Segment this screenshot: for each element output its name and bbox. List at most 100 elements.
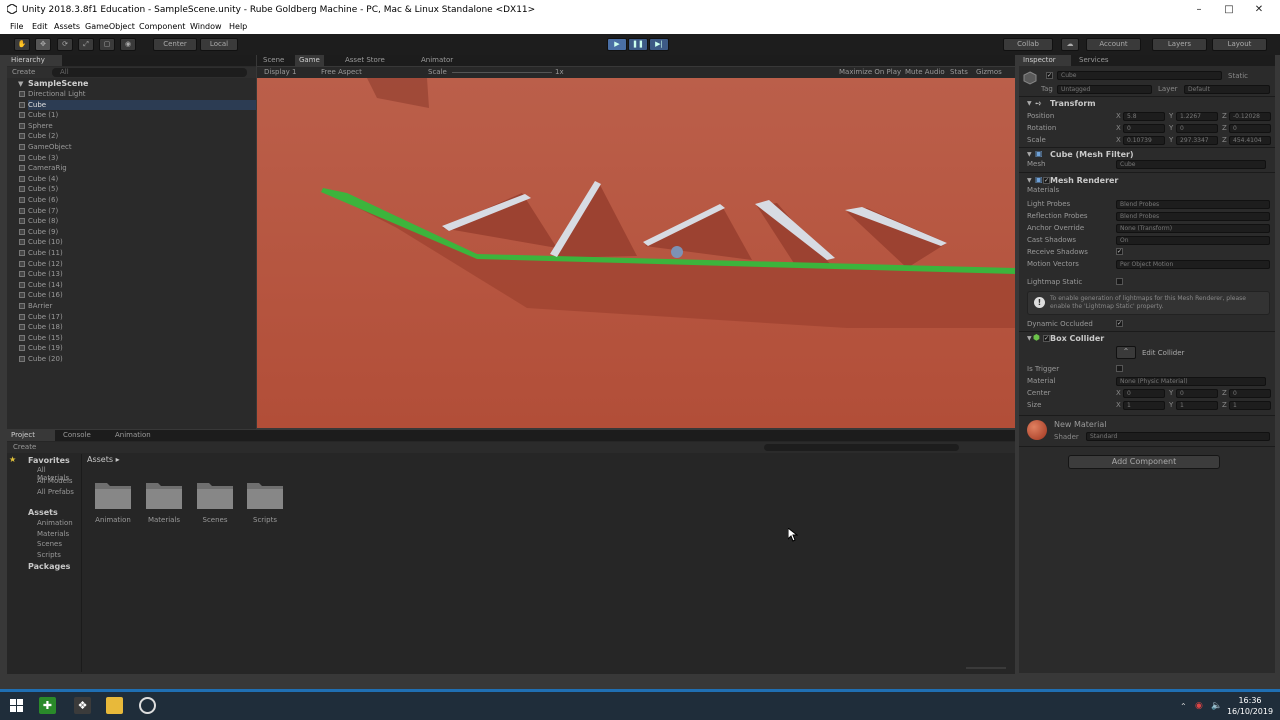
obs-icon[interactable] [139,697,156,714]
unity-taskbar-icon[interactable]: ❖ [74,697,91,714]
folder-icon[interactable] [146,479,182,509]
fav-all-models[interactable]: All Models [37,477,73,485]
stats-toggle[interactable]: Stats [950,68,968,76]
transform-tool-button[interactable]: ◉ [120,38,136,51]
mesh-filter-header[interactable]: ▼ ▣ Cube (Mesh Filter) [1019,149,1274,160]
hierarchy-item[interactable]: Cube (6) [19,195,256,205]
size-y-field[interactable]: 1 [1176,401,1218,410]
layer-dropdown[interactable]: Default [1184,85,1270,94]
hierarchy-item[interactable]: Cube (4) [19,174,256,184]
tab-services[interactable]: Services [1075,55,1113,66]
hierarchy-item[interactable]: Cube (12) [19,259,256,269]
collider-material-field[interactable]: None (Physic Material) [1116,377,1266,386]
hierarchy-item[interactable]: Cube (14) [19,280,256,290]
transform-header[interactable]: ▼ ➺ Transform [1019,98,1274,109]
mesh-renderer-enabled-checkbox[interactable]: ✓ [1043,177,1050,184]
windows-start-icon[interactable] [8,697,25,714]
hierarchy-item[interactable]: Cube (20) [19,354,256,364]
renderer-prop-dropdown[interactable]: None (Transform) [1116,224,1270,233]
hand-tool-button[interactable]: ✋ [14,38,30,51]
renderer-prop-dropdown[interactable]: Blend Probes [1116,212,1270,221]
position-x-field[interactable]: 5.8 [1123,112,1165,121]
rotation-x-field[interactable]: 0 [1123,124,1165,133]
file-explorer-icon[interactable] [106,697,123,714]
hierarchy-item[interactable]: Cube (2) [19,131,256,141]
hierarchy-item[interactable]: Cube (15) [19,333,256,343]
hierarchy-item[interactable]: Sphere [19,121,256,131]
object-name-field[interactable]: Cube [1057,71,1222,80]
tray-shield-icon[interactable]: ◉ [1195,701,1203,711]
hierarchy-search-input[interactable]: All [52,68,247,77]
game-viewport[interactable] [257,78,1015,428]
tab-animator[interactable]: Animator [417,55,457,66]
hierarchy-item[interactable]: Cube (17) [19,312,256,322]
hierarchy-item[interactable]: Cube (1) [19,110,256,120]
pause-button[interactable]: ❚❚ [628,38,648,51]
hierarchy-item[interactable]: Cube (11) [19,248,256,258]
favorites-label[interactable]: Favorites [28,456,70,465]
tab-asset-store[interactable]: Asset Store [341,55,389,66]
tree-animation[interactable]: Animation [37,519,73,527]
menu-gameobject[interactable]: GameObject [85,22,135,31]
hierarchy-item[interactable]: CameraRig [19,163,256,173]
folder-icon[interactable] [247,479,283,509]
scale-x-field[interactable]: 0.10739 [1123,136,1165,145]
hierarchy-item[interactable]: Cube (16) [19,290,256,300]
rotation-z-field[interactable]: 0 [1229,124,1271,133]
hierarchy-item[interactable]: GameObject [19,142,256,152]
position-z-field[interactable]: -0.12028 [1229,112,1271,121]
scale-slider[interactable] [452,72,552,73]
materials-foldout[interactable]: Materials [1027,186,1059,194]
scale-y-field[interactable]: 297.3347 [1176,136,1218,145]
hierarchy-item[interactable]: Cube (19) [19,343,256,353]
renderer-prop-dropdown[interactable]: Per Object Motion [1116,260,1270,269]
renderer-prop-dropdown[interactable]: Blend Probes [1116,200,1270,209]
tree-materials[interactable]: Materials [37,530,69,538]
hierarchy-item[interactable]: Cube (10) [19,237,256,247]
clock-date[interactable]: 16/10/2019 [1226,707,1274,716]
scale-z-field[interactable]: 454.4104 [1229,136,1271,145]
dynamic-occluded-checkbox[interactable]: ✓ [1116,320,1123,327]
hierarchy-item[interactable]: Directional Light [19,89,256,99]
account-dropdown[interactable]: Account [1086,38,1141,51]
mute-audio-toggle[interactable]: Mute Audio [905,68,945,76]
collab-button[interactable]: Collab [1003,38,1053,51]
project-create-dropdown[interactable]: Create [13,443,36,451]
tree-scripts[interactable]: Scripts [37,551,61,559]
receive-shadows-checkbox[interactable]: ✓ [1116,248,1123,255]
fav-all-prefabs[interactable]: All Prefabs [37,488,74,496]
position-y-field[interactable]: 1.2267 [1176,112,1218,121]
lightmap-static-checkbox[interactable] [1116,278,1123,285]
hierarchy-create-dropdown[interactable]: Create [12,68,35,76]
cloud-icon[interactable]: ☁ [1061,38,1079,51]
folder-icon[interactable] [197,479,233,509]
size-z-field[interactable]: 1 [1229,401,1271,410]
pivot-center-toggle[interactable]: Center [153,38,197,51]
play-button[interactable]: ▶ [607,38,627,51]
tab-game[interactable]: Game [295,55,324,66]
center-z-field[interactable]: 0 [1229,389,1271,398]
menu-window[interactable]: Window [190,22,222,31]
add-component-button[interactable]: Add Component [1068,455,1220,469]
pivot-local-toggle[interactable]: Local [200,38,238,51]
renderer-prop-dropdown[interactable]: On [1116,236,1270,245]
hierarchy-item[interactable]: Cube (13) [19,269,256,279]
menu-file[interactable]: File [10,22,23,31]
is-trigger-checkbox[interactable] [1116,365,1123,372]
rect-tool-button[interactable]: ▢ [99,38,115,51]
rotate-tool-button[interactable]: ⟳ [57,38,73,51]
tree-scenes[interactable]: Scenes [37,540,62,548]
folder-icon[interactable] [95,479,131,509]
center-x-field[interactable]: 0 [1123,389,1165,398]
volume-icon[interactable]: 🔈 [1211,701,1222,711]
maximize-button[interactable]: □ [1222,3,1236,17]
menu-component[interactable]: Component [139,22,185,31]
hierarchy-item[interactable]: Cube (18) [19,322,256,332]
hierarchy-item[interactable]: Cube (3) [19,153,256,163]
project-search-input[interactable] [764,444,959,451]
close-button[interactable]: ✕ [1252,3,1266,17]
tray-chevron-icon[interactable]: ⌃ [1180,702,1187,711]
breadcrumb-assets[interactable]: Assets [87,455,113,464]
size-x-field[interactable]: 1 [1123,401,1165,410]
tab-hierarchy[interactable]: Hierarchy [7,55,62,66]
